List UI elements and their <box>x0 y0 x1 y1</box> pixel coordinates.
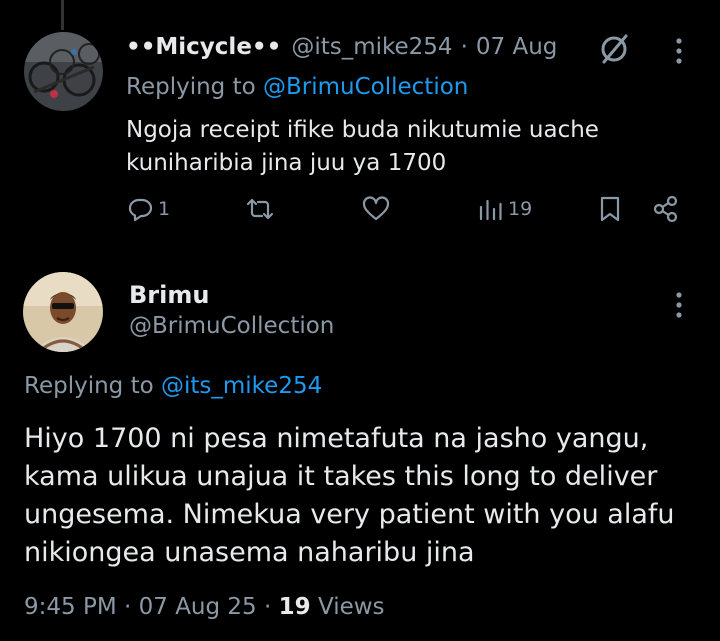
tweet-time[interactable]: 9:45 PM <box>24 594 117 620</box>
views-button[interactable]: 19 <box>478 195 532 223</box>
reply1-separator: · <box>460 34 468 60</box>
tweet-handle[interactable]: @BrimuCollection <box>129 313 334 339</box>
replying-prefix: Replying to <box>126 74 256 100</box>
avatar-brimu[interactable] <box>23 272 103 352</box>
reply-count: 1 <box>158 198 171 220</box>
meta-separator: · <box>124 594 132 620</box>
tweet-replying-to: Replying to @its_mike254 <box>24 373 322 399</box>
reply1-text: Ngoja receipt ifike buda nikutumie uache… <box>126 117 599 176</box>
bookmark-button[interactable] <box>598 195 622 223</box>
share-icon <box>653 195 678 223</box>
like-button[interactable] <box>361 195 391 223</box>
tweet-views-label[interactable]: Views <box>318 594 385 620</box>
mute-icon[interactable] <box>596 32 632 70</box>
meta-separator: · <box>264 594 272 620</box>
avatar-micycle[interactable] <box>24 32 103 111</box>
reply1-handle[interactable]: @its_mike254 <box>291 34 452 60</box>
reply1-header: ••Micycle•• @its_mike254 · 07 Aug <box>126 34 557 60</box>
tweet-views-count[interactable]: 19 <box>279 594 311 620</box>
like-icon <box>362 196 390 221</box>
retweet-button[interactable] <box>244 195 276 223</box>
retweet-icon <box>246 198 274 220</box>
more-icon[interactable] <box>674 36 684 70</box>
reply-icon <box>128 198 153 222</box>
reply1-display-name[interactable]: ••Micycle•• <box>126 34 281 60</box>
reply-button[interactable]: 1 <box>126 195 170 223</box>
tweet-date[interactable]: 07 Aug 25 <box>139 594 257 620</box>
reply1-replying-to: Replying to @BrimuCollection <box>126 74 468 100</box>
reply1-date[interactable]: 07 Aug <box>476 34 558 60</box>
replying-handle-link[interactable]: @BrimuCollection <box>263 74 468 100</box>
reply1-action-bar: 1 19 <box>0 195 720 231</box>
tweet-meta: 9:45 PM · 07 Aug 25 · 19 Views <box>24 594 385 620</box>
tweet-display-name[interactable]: Brimu <box>129 281 209 309</box>
tweet-text: Hiyo 1700 ni pesa nimetafuta na jasho ya… <box>24 423 675 568</box>
replying-prefix: Replying to <box>24 373 154 399</box>
share-button[interactable] <box>652 195 680 223</box>
replying-handle-link[interactable]: @its_mike254 <box>161 373 322 399</box>
thread-connector <box>61 0 64 30</box>
bookmark-icon <box>600 196 620 222</box>
views-icon <box>479 199 502 221</box>
more-icon[interactable] <box>674 290 684 324</box>
views-count: 19 <box>508 198 533 220</box>
